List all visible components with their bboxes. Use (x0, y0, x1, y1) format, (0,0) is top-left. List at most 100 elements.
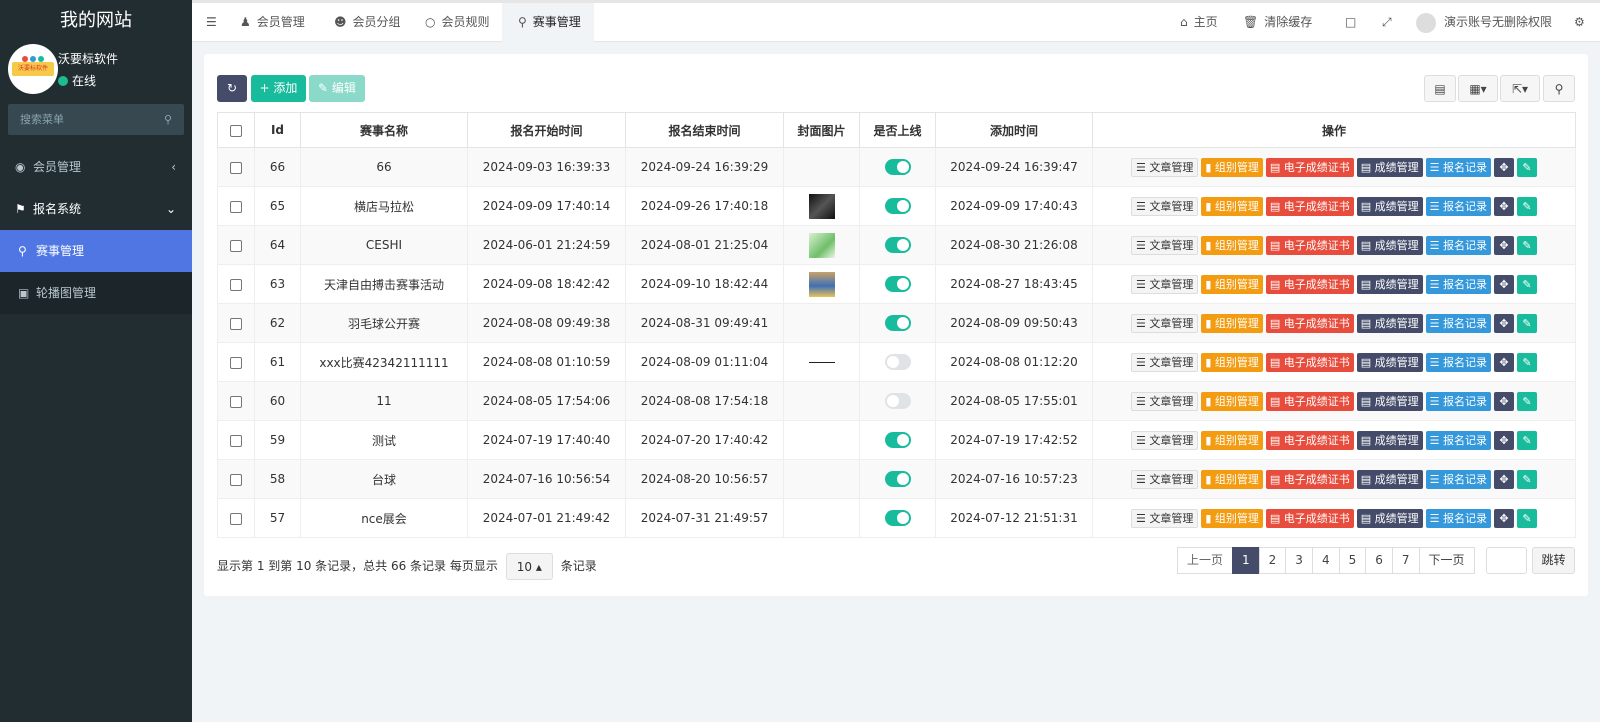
edit-row-button[interactable]: ✎ (1517, 313, 1538, 333)
certificate-button[interactable]: ▤ 电子成绩证书 (1265, 235, 1354, 255)
edit-button[interactable]: ✎ 编辑 (309, 75, 365, 102)
score-management-button[interactable]: ▤ 成绩管理 (1356, 196, 1423, 216)
edit-row-button[interactable]: ✎ (1517, 391, 1538, 411)
signup-records-button[interactable]: ☰ 报名记录 (1425, 469, 1492, 489)
table-row[interactable]: 62 羽毛球公开赛 2024-08-08 09:49:38 2024-08-31 09… (217, 303, 1576, 343)
cover-thumbnail[interactable] (808, 358, 835, 367)
account-menu[interactable]: 演示账号无删除权限 (1416, 3, 1552, 42)
article-management-button[interactable]: ☰ 文章管理 (1130, 274, 1199, 294)
select-all-checkbox[interactable] (230, 124, 242, 137)
signup-records-button[interactable]: ☰ 报名记录 (1425, 274, 1492, 294)
edit-row-button[interactable]: ✎ (1517, 157, 1538, 177)
score-management-button[interactable]: ▤ 成绩管理 (1356, 157, 1423, 177)
table-row[interactable]: 61 xxx比赛42342111111 2024-08-08 01:10:59 202… (217, 342, 1576, 382)
fullscreen-icon[interactable]: ⤢ (1382, 3, 1392, 42)
edit-row-button[interactable]: ✎ (1517, 235, 1538, 255)
tab-event-management[interactable]: ⚲ 赛事管理 (502, 3, 594, 42)
jump-button[interactable]: 跳转 (1532, 547, 1575, 574)
row-select-cell[interactable] (217, 459, 255, 499)
jump-page-input[interactable] (1486, 547, 1527, 574)
toggle-view-button[interactable]: ▤ (1424, 75, 1456, 102)
certificate-button[interactable]: ▤ 电子成绩证书 (1265, 313, 1354, 333)
tab-member-group[interactable]: ☻ 会员分组 (334, 3, 401, 42)
online-toggle[interactable] (884, 510, 911, 526)
group-management-button[interactable]: ▮ 组别管理 (1201, 235, 1263, 255)
edit-row-button[interactable]: ✎ (1517, 352, 1538, 372)
score-management-button[interactable]: ▤ 成绩管理 (1356, 313, 1423, 333)
tab-member-management[interactable]: ♟ 会员管理 (240, 3, 305, 42)
columns-button[interactable]: ▦▾ (1458, 75, 1498, 102)
score-management-button[interactable]: ▤ 成绩管理 (1356, 274, 1423, 294)
drag-sort-button[interactable]: ✥ (1494, 352, 1515, 372)
score-management-button[interactable]: ▤ 成绩管理 (1356, 235, 1423, 255)
table-row[interactable]: 66 66 2024-09-03 16:39:33 2024-09-24 16:39:… (217, 147, 1576, 187)
cover-thumbnail[interactable] (808, 271, 835, 297)
signup-records-button[interactable]: ☰ 报名记录 (1425, 508, 1492, 528)
certificate-button[interactable]: ▤ 电子成绩证书 (1265, 469, 1354, 489)
sidebar-item-signup-system[interactable]: ⚑ 报名系统 ⌄ (0, 188, 192, 230)
cover-thumbnail[interactable] (808, 193, 835, 219)
column-header-end[interactable]: 报名结束时间 (625, 112, 784, 148)
sidebar-item-event-management[interactable]: ⚲ 赛事管理 (0, 230, 192, 272)
group-management-button[interactable]: ▮ 组别管理 (1201, 274, 1263, 294)
signup-records-button[interactable]: ☰ 报名记录 (1425, 235, 1492, 255)
online-toggle[interactable] (884, 276, 911, 292)
select-all-header[interactable] (217, 112, 255, 148)
page-button-4[interactable]: 4 (1311, 547, 1340, 574)
drag-sort-button[interactable]: ✥ (1494, 430, 1515, 450)
menu-search-input[interactable]: 搜索菜单 ⚲ (8, 104, 184, 135)
row-checkbox[interactable] (230, 239, 242, 252)
online-toggle[interactable] (884, 471, 911, 487)
row-checkbox[interactable] (230, 434, 242, 447)
online-toggle[interactable] (884, 393, 911, 409)
group-management-button[interactable]: ▮ 组别管理 (1201, 157, 1263, 177)
article-management-button[interactable]: ☰ 文章管理 (1130, 391, 1199, 411)
table-row[interactable]: 65 横店马拉松 2024-09-09 17:40:14 2024-09-26 17:… (217, 186, 1576, 226)
row-select-cell[interactable] (217, 303, 255, 343)
score-management-button[interactable]: ▤ 成绩管理 (1356, 508, 1423, 528)
certificate-button[interactable]: ▤ 电子成绩证书 (1265, 196, 1354, 216)
certificate-button[interactable]: ▤ 电子成绩证书 (1265, 508, 1354, 528)
drag-sort-button[interactable]: ✥ (1494, 313, 1515, 333)
row-checkbox[interactable] (230, 473, 242, 486)
online-toggle[interactable] (884, 159, 911, 175)
table-row[interactable]: 59 测试 2024-07-19 17:40:40 2024-07-20 17:40:… (217, 420, 1576, 460)
score-management-button[interactable]: ▤ 成绩管理 (1356, 430, 1423, 450)
page-button-5[interactable]: 5 (1338, 547, 1367, 574)
column-header-name[interactable]: 赛事名称 (300, 112, 468, 148)
drag-sort-button[interactable]: ✥ (1494, 274, 1515, 294)
search-toggle-button[interactable]: ⚲ (1543, 75, 1575, 102)
column-header-id[interactable]: Id (254, 112, 301, 148)
group-management-button[interactable]: ▮ 组别管理 (1201, 196, 1263, 216)
certificate-button[interactable]: ▤ 电子成绩证书 (1265, 391, 1354, 411)
article-management-button[interactable]: ☰ 文章管理 (1130, 430, 1199, 450)
row-select-cell[interactable] (217, 225, 255, 265)
next-page-button[interactable]: 下一页 (1418, 547, 1475, 574)
drag-sort-button[interactable]: ✥ (1494, 469, 1515, 489)
online-toggle[interactable] (884, 198, 911, 214)
article-management-button[interactable]: ☰ 文章管理 (1130, 352, 1199, 372)
menu-toggle-icon[interactable]: ☰ (206, 3, 217, 42)
drag-sort-button[interactable]: ✥ (1494, 508, 1515, 528)
drag-sort-button[interactable]: ✥ (1494, 157, 1515, 177)
page-button-6[interactable]: 6 (1365, 547, 1393, 574)
page-button-1[interactable]: 1 (1232, 547, 1260, 574)
online-toggle[interactable] (884, 315, 911, 331)
online-toggle[interactable] (884, 354, 911, 370)
page-size-dropdown[interactable]: 10 ▴ (505, 553, 553, 580)
row-checkbox[interactable] (230, 395, 242, 408)
article-management-button[interactable]: ☰ 文章管理 (1130, 157, 1199, 177)
table-row[interactable]: 58 台球 2024-07-16 10:56:54 2024-08-20 10:56:… (217, 459, 1576, 499)
column-header-added[interactable]: 添加时间 (935, 112, 1093, 148)
drag-sort-button[interactable]: ✥ (1494, 235, 1515, 255)
certificate-button[interactable]: ▤ 电子成绩证书 (1265, 430, 1354, 450)
signup-records-button[interactable]: ☰ 报名记录 (1425, 391, 1492, 411)
row-select-cell[interactable] (217, 264, 255, 304)
certificate-button[interactable]: ▤ 电子成绩证书 (1265, 157, 1354, 177)
score-management-button[interactable]: ▤ 成绩管理 (1356, 391, 1423, 411)
score-management-button[interactable]: ▤ 成绩管理 (1356, 352, 1423, 372)
signup-records-button[interactable]: ☰ 报名记录 (1425, 157, 1492, 177)
row-select-cell[interactable] (217, 420, 255, 460)
edit-row-button[interactable]: ✎ (1517, 430, 1538, 450)
search-icon[interactable]: ⚲ (164, 104, 172, 135)
